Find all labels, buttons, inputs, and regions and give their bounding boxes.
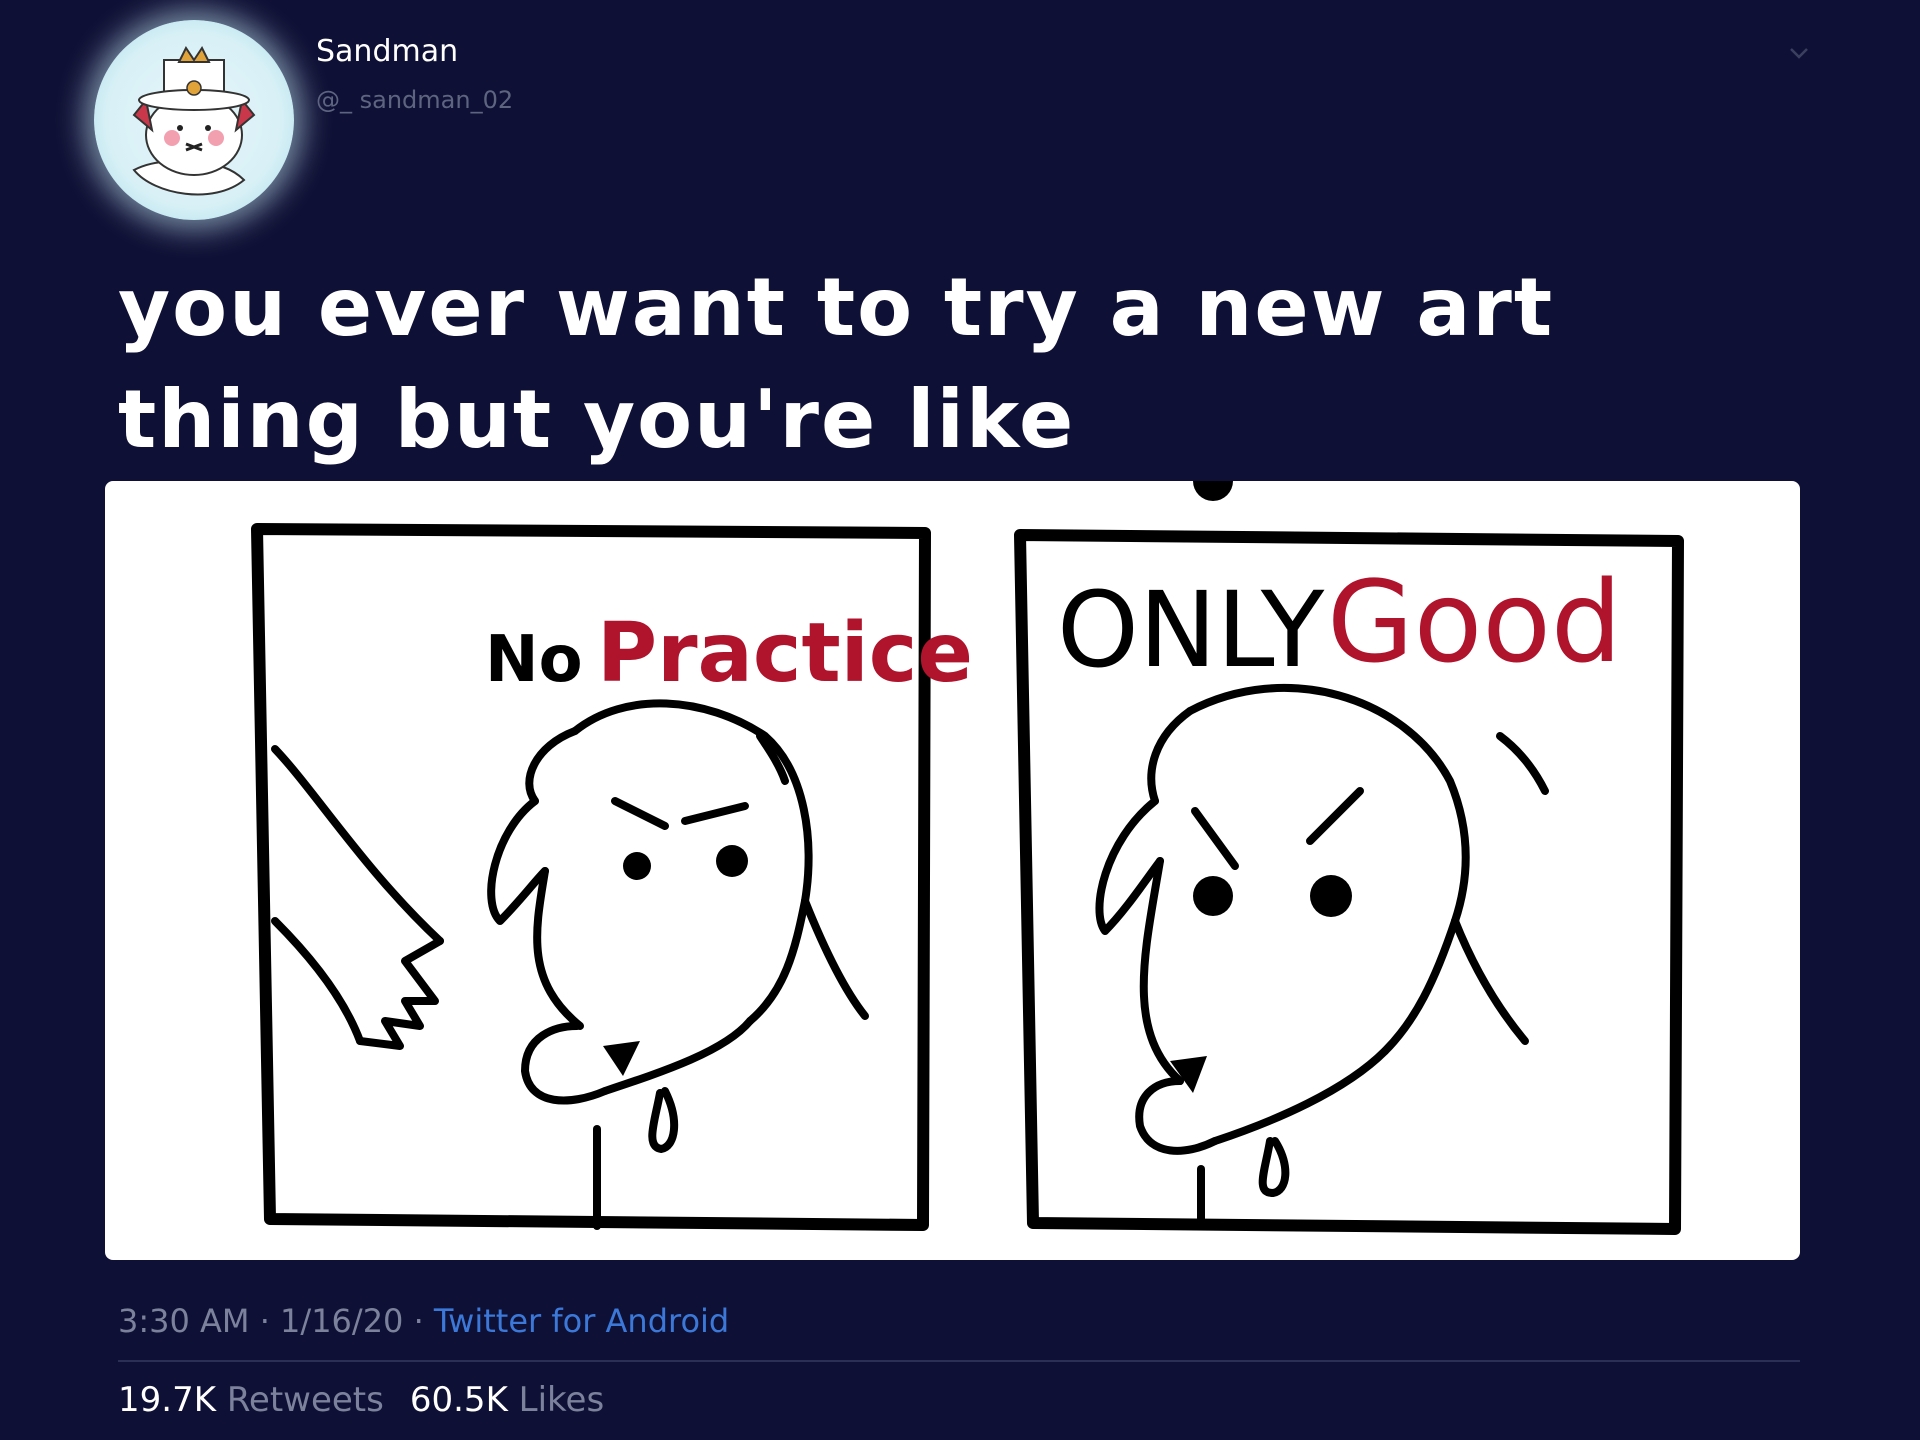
tweet-source-link[interactable]: Twitter for Android [434, 1302, 729, 1340]
right-dog [1095, 683, 1549, 1225]
avatar[interactable] [94, 20, 294, 220]
user-handle[interactable]: @_ sandman_02 [316, 86, 513, 114]
left-dog [271, 699, 869, 1230]
tweet-media[interactable]: No Practice ONLY Good [105, 481, 1800, 1260]
likes-count: 60.5K [409, 1380, 508, 1420]
likes-link[interactable]: 60.5K Likes [410, 1380, 604, 1420]
comic-image: No Practice ONLY Good [251, 481, 1684, 1235]
tweet-text: you ever want to try a new art thing but… [118, 261, 1555, 466]
panel-right-word2: Good [1327, 558, 1622, 688]
tweet-time[interactable]: 3:30 AM [118, 1302, 250, 1340]
tweet-date[interactable]: 1/16/20 [280, 1302, 403, 1340]
retweets-link[interactable]: 19.7K Retweets [118, 1380, 384, 1420]
tweet-stats: 19.7K Retweets 60.5K Likes [118, 1380, 604, 1420]
panel-left-word2: Practice [597, 606, 973, 701]
avatar-image [132, 46, 256, 196]
retweets-label: Retweets [226, 1380, 384, 1420]
retweets-count: 19.7K [118, 1380, 216, 1420]
panel-left-word1: No [485, 623, 583, 697]
meta-separator: · [403, 1302, 434, 1340]
likes-label: Likes [518, 1380, 605, 1420]
display-name[interactable]: Sandman [316, 34, 458, 69]
chevron-down-icon[interactable] [1788, 42, 1810, 64]
tweet-meta: 3:30 AM · 1/16/20 · Twitter for Android [118, 1302, 729, 1340]
panel-right-word1: ONLY [1057, 569, 1325, 691]
divider [118, 1360, 1800, 1362]
meta-separator: · [249, 1302, 281, 1340]
